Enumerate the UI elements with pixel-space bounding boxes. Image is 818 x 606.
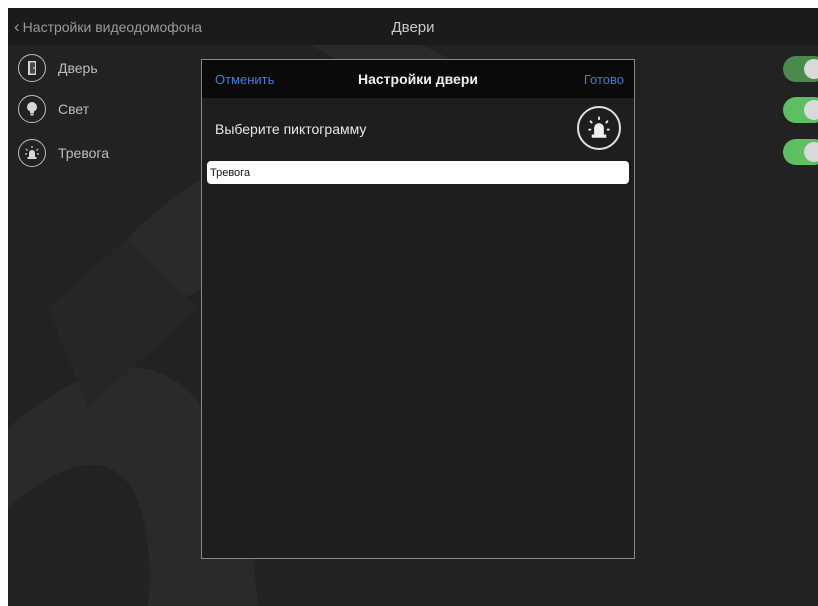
device-item-door[interactable]: Дверь bbox=[18, 54, 98, 82]
page-title: Двери bbox=[391, 19, 435, 36]
device-label: Свет bbox=[58, 101, 90, 117]
dialog-title: Настройки двери bbox=[357, 71, 478, 87]
device-item-light[interactable]: Свет bbox=[18, 95, 89, 123]
navigation-bar: ‹ Настройки видеодомофона Двери bbox=[8, 8, 818, 45]
toggle-knob bbox=[804, 100, 818, 120]
alarm-toggle[interactable] bbox=[783, 139, 818, 165]
alarm-siren-icon[interactable] bbox=[577, 106, 621, 150]
door-icon bbox=[18, 54, 46, 82]
light-toggle[interactable] bbox=[783, 97, 818, 123]
alarm-siren-icon bbox=[18, 139, 46, 167]
door-toggle[interactable] bbox=[783, 56, 818, 82]
door-settings-dialog: Отменить Настройки двери Готово Выберите… bbox=[201, 59, 635, 559]
dialog-header: Отменить Настройки двери Готово bbox=[202, 60, 634, 98]
toggle-knob bbox=[804, 142, 818, 162]
app-screen: ‹ Настройки видеодомофона Двери Дверь Св… bbox=[8, 8, 818, 606]
done-button[interactable]: Готово bbox=[584, 72, 624, 87]
pick-icon-label: Выберите пиктограмму bbox=[215, 121, 367, 137]
toggle-knob bbox=[804, 59, 818, 79]
door-name-input[interactable] bbox=[207, 161, 629, 184]
device-item-alarm[interactable]: Тревога bbox=[18, 139, 109, 167]
device-label: Дверь bbox=[58, 60, 98, 76]
lightbulb-icon bbox=[18, 95, 46, 123]
device-label: Тревога bbox=[58, 145, 109, 161]
